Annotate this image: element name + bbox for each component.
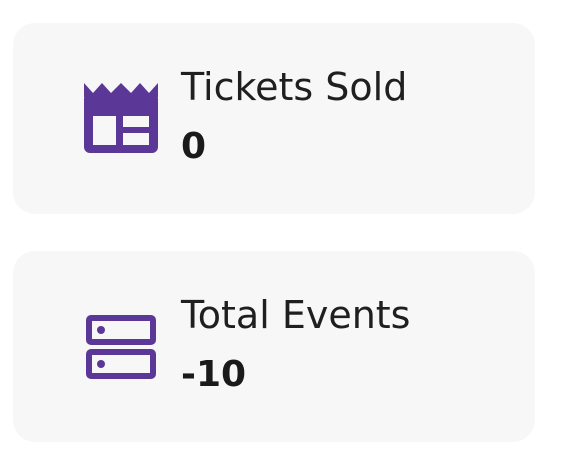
ticket-icon bbox=[84, 83, 158, 153]
tickets-sold-value: 0 bbox=[181, 126, 207, 167]
server-icon bbox=[86, 315, 156, 379]
tickets-sold-label: Tickets Sold bbox=[181, 65, 408, 109]
tickets-sold-card: Tickets Sold 0 bbox=[13, 23, 535, 214]
total-events-label: Total Events bbox=[181, 293, 411, 337]
total-events-card: Total Events -10 bbox=[13, 251, 535, 442]
total-events-value: -10 bbox=[181, 354, 247, 395]
